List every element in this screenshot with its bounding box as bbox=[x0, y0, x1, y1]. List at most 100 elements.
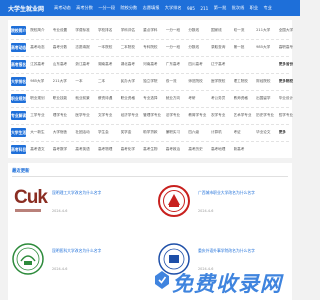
category-link[interactable]: 经济学专业 bbox=[121, 113, 144, 118]
category-link[interactable]: 农学专业 bbox=[211, 113, 234, 118]
category-link[interactable]: 出国留学 bbox=[256, 96, 279, 101]
category-link[interactable]: 学校排名 bbox=[98, 28, 121, 33]
top-nav-link[interactable]: 批次线 bbox=[232, 5, 245, 11]
top-nav-link[interactable]: 高考分数 bbox=[76, 5, 93, 11]
category-link[interactable]: 医学专业 bbox=[75, 113, 98, 118]
category-link[interactable]: 高考动态 bbox=[30, 45, 53, 50]
category-link[interactable]: 考研 bbox=[188, 96, 211, 101]
category-link[interactable]: 学费标准 bbox=[75, 28, 98, 33]
category-link[interactable]: 师范院校 bbox=[188, 79, 211, 84]
category-row-label[interactable]: 高考动态 bbox=[11, 43, 27, 52]
category-link[interactable]: 211大学 bbox=[53, 79, 76, 84]
category-link[interactable]: 国家线 bbox=[211, 28, 234, 33]
category-link[interactable]: 山东高考 bbox=[53, 62, 76, 67]
category-link[interactable]: 理工院校 bbox=[234, 79, 257, 84]
category-link[interactable]: 教育学专业 bbox=[188, 113, 211, 118]
category-link[interactable]: 211大学 bbox=[256, 28, 279, 33]
category-link[interactable]: 河南高考 bbox=[143, 62, 166, 67]
top-nav-link[interactable]: 院校分数 bbox=[120, 5, 137, 11]
category-link[interactable]: 助学贷款 bbox=[143, 130, 166, 135]
category-row-label[interactable]: 院校简介 bbox=[11, 26, 27, 35]
recent-card[interactable]: 昆明医科大学改名为什么名字 2024-4-6 bbox=[12, 243, 152, 293]
category-link[interactable]: 民办大学 bbox=[121, 79, 144, 84]
top-nav-link[interactable]: 专业 bbox=[263, 5, 271, 11]
category-link[interactable]: 院校简介 bbox=[30, 28, 53, 33]
category-link[interactable]: 一分一段 bbox=[166, 28, 189, 33]
category-link[interactable]: 毕业设计 bbox=[279, 96, 302, 101]
category-link[interactable]: 录取查询 bbox=[211, 45, 234, 50]
category-link[interactable]: 更多 bbox=[279, 130, 302, 135]
category-link[interactable]: 第一批 bbox=[234, 45, 257, 50]
category-link[interactable]: 全国大学 bbox=[279, 28, 302, 33]
recent-card[interactable]: 广西城市职业大学改名为什么名字 2024-4-6 bbox=[158, 185, 298, 235]
recent-card[interactable]: Cuk 昆明理工大学改名为什么名字 2024-4-6 bbox=[12, 185, 152, 235]
category-link[interactable]: 985大学 bbox=[30, 79, 53, 84]
category-link[interactable]: 哲学专业 bbox=[279, 113, 302, 118]
category-row-label[interactable]: 大学排名 bbox=[11, 77, 27, 86]
category-link[interactable]: 双一流 bbox=[166, 79, 189, 84]
category-link[interactable]: 高考数学 bbox=[53, 147, 76, 152]
category-link[interactable]: 高考分数 bbox=[53, 45, 76, 50]
category-link[interactable]: 专业选择 bbox=[143, 96, 166, 101]
category-row-label[interactable]: 高考科目 bbox=[11, 145, 27, 154]
category-link[interactable]: 湖北高考 bbox=[121, 62, 144, 67]
top-nav-link[interactable]: 211 bbox=[200, 6, 208, 11]
university-seal-thumb[interactable] bbox=[12, 243, 44, 275]
category-link[interactable]: 兼职实习 bbox=[166, 130, 189, 135]
category-row-label[interactable]: 高考报名 bbox=[11, 60, 27, 69]
category-link[interactable]: 985大学 bbox=[256, 45, 279, 50]
recent-card-title[interactable]: 广西城市职业大学改名为什么名字 bbox=[198, 190, 255, 196]
top-nav-link[interactable]: 985 bbox=[187, 6, 195, 11]
category-link[interactable]: 高考生物 bbox=[143, 147, 166, 152]
category-link[interactable]: 双一流 bbox=[234, 28, 257, 33]
category-link[interactable]: 湖南高考 bbox=[98, 62, 121, 67]
category-link[interactable]: 工学专业 bbox=[30, 113, 53, 118]
category-link[interactable]: 职业技能 bbox=[53, 96, 76, 101]
category-link[interactable]: 高考英语 bbox=[75, 147, 98, 152]
category-link[interactable]: 二本院校 bbox=[121, 45, 144, 50]
category-link[interactable]: 一本 bbox=[75, 79, 98, 84]
category-link[interactable]: 二本 bbox=[98, 79, 121, 84]
category-link[interactable]: 文学专业 bbox=[98, 113, 121, 118]
recent-card-title[interactable]: 昆明医科大学改名为什么名字 bbox=[52, 248, 101, 254]
category-link[interactable]: 专科院校 bbox=[143, 45, 166, 50]
category-link[interactable]: 一本院校 bbox=[98, 45, 121, 50]
category-link[interactable]: 艺术学专业 bbox=[234, 113, 257, 118]
category-link[interactable]: 四六级 bbox=[188, 130, 211, 135]
category-link[interactable]: 考公务员 bbox=[211, 96, 234, 101]
category-link[interactable]: 新高考 bbox=[234, 147, 257, 152]
top-nav-link[interactable]: 职业 bbox=[250, 5, 258, 11]
category-link[interactable]: 更多省份 bbox=[279, 62, 302, 67]
top-nav-link[interactable]: 高考动态 bbox=[54, 5, 71, 11]
category-link[interactable]: 重点学科 bbox=[143, 28, 166, 33]
site-logo[interactable]: 大学生就业网 bbox=[8, 4, 44, 13]
category-link[interactable]: 浙江高考 bbox=[75, 62, 98, 67]
category-link[interactable]: 高考物理 bbox=[98, 147, 121, 152]
category-link[interactable]: 计算机 bbox=[211, 130, 234, 135]
category-link[interactable]: 奖学金 bbox=[121, 130, 144, 135]
category-link[interactable]: 高考语文 bbox=[30, 147, 53, 152]
category-link[interactable]: 广东高考 bbox=[166, 62, 189, 67]
category-row-label[interactable]: 大学生活 bbox=[11, 128, 27, 137]
category-link[interactable]: 就业前景 bbox=[75, 96, 98, 101]
category-link[interactable]: 学生会 bbox=[98, 130, 121, 135]
category-link[interactable]: 职业规划 bbox=[30, 96, 53, 101]
top-nav-link[interactable]: 志愿填报 bbox=[143, 5, 160, 11]
category-link[interactable]: 更多院校 bbox=[279, 79, 302, 84]
category-link[interactable]: 一分一段 bbox=[166, 45, 189, 50]
category-link[interactable]: 辽宁高考 bbox=[211, 62, 234, 67]
category-link[interactable]: 法学专业 bbox=[166, 113, 189, 118]
category-link[interactable]: 考证 bbox=[234, 130, 257, 135]
category-link[interactable]: 薪资待遇 bbox=[98, 96, 121, 101]
category-link[interactable]: 高考历史 bbox=[188, 147, 211, 152]
category-link[interactable]: 分数线 bbox=[188, 45, 211, 50]
category-link[interactable]: 高考化学 bbox=[121, 147, 144, 152]
category-link[interactable]: 分数线 bbox=[188, 28, 211, 33]
university-seal-thumb[interactable] bbox=[158, 185, 190, 217]
category-row-label[interactable]: 专业解读 bbox=[11, 111, 27, 120]
category-link[interactable]: 江苏高考 bbox=[30, 62, 53, 67]
category-link[interactable]: 专业设置 bbox=[53, 28, 76, 33]
category-link[interactable]: 高考地理 bbox=[211, 147, 234, 152]
recent-card-title[interactable]: 昆明理工大学改名为什么名字 bbox=[52, 190, 101, 196]
category-link[interactable]: 历史学专业 bbox=[256, 113, 279, 118]
